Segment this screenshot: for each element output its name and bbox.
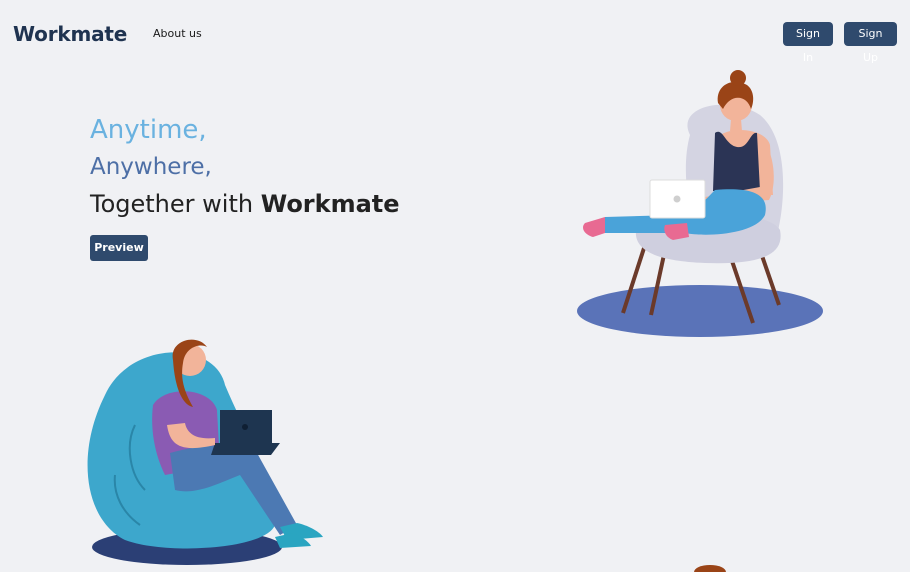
partial-illustration-hair — [694, 565, 726, 572]
hero-line-together-text: Together with — [90, 190, 261, 218]
hero-line-anywhere: Anywhere, — [90, 154, 212, 180]
sign-in-button[interactable]: Sign In — [783, 22, 833, 64]
sign-up-button[interactable]: Sign Up — [844, 22, 897, 64]
brand-logo[interactable]: Workmate — [13, 22, 127, 46]
woman-on-beanbag-illustration — [87, 339, 323, 565]
woman-on-chair-illustration — [577, 70, 823, 337]
sock — [582, 217, 605, 237]
hero-line-anytime: Anytime, — [90, 115, 207, 145]
neck — [730, 119, 742, 131]
laptop-logo — [242, 424, 248, 430]
navbar: Workmate About us Sign In Sign Up — [0, 0, 910, 68]
nav-about-us-link[interactable]: About us — [153, 27, 202, 40]
laptop-logo — [673, 195, 681, 203]
floor-shadow — [577, 285, 823, 337]
hero-line-together: Together with Workmate — [90, 186, 400, 222]
hero-heading: Anytime, Anywhere, Together with Workmat… — [90, 112, 400, 222]
hair-bun — [730, 70, 746, 86]
hero-brand-emphasis: Workmate — [260, 190, 400, 218]
preview-button[interactable]: Preview — [90, 235, 148, 261]
hair-fragment — [694, 565, 726, 572]
